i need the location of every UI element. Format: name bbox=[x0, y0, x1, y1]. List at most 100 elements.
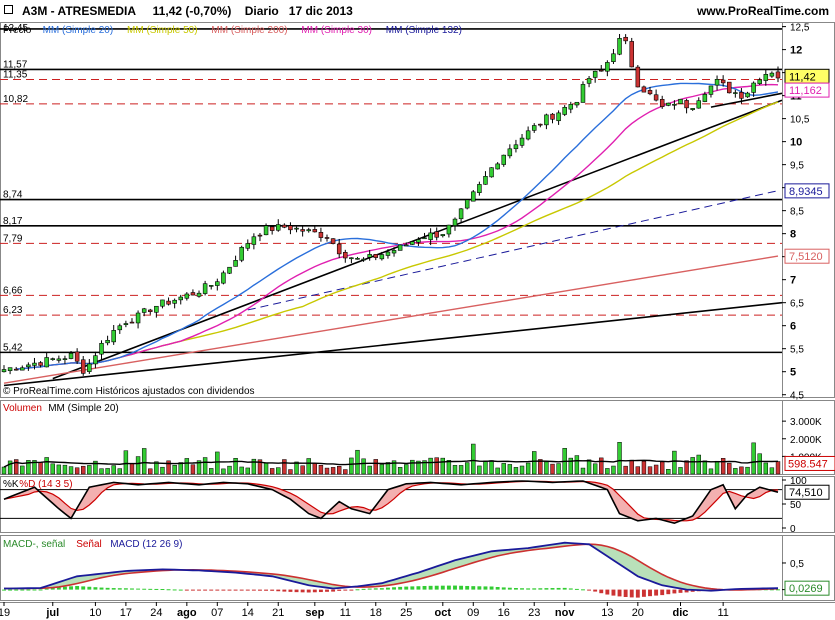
legend-entry: MM (Simple 30) bbox=[301, 25, 372, 36]
volume-bar bbox=[135, 456, 141, 475]
volume-bar bbox=[599, 457, 604, 475]
candle-body bbox=[483, 176, 488, 185]
candle-body bbox=[306, 229, 311, 232]
stoch-tick-label: 50 bbox=[790, 500, 802, 511]
candle-body bbox=[659, 99, 665, 107]
macd-histogram-bar bbox=[660, 589, 665, 596]
candle-body bbox=[32, 362, 37, 366]
legend-entry: MM (Simple 20) bbox=[43, 25, 114, 36]
volume-bar bbox=[1, 466, 7, 475]
price-tick-label: 12 bbox=[790, 45, 802, 57]
candle-body bbox=[641, 86, 647, 93]
price-value-label: 11,42 bbox=[789, 71, 816, 83]
macd-histogram-bar bbox=[599, 589, 604, 594]
volume-bar bbox=[343, 469, 348, 475]
candle-body bbox=[282, 224, 287, 228]
x-tick-label: 09 bbox=[467, 607, 479, 619]
price-tick-label: 8,5 bbox=[790, 207, 804, 218]
macd-histogram-bar bbox=[666, 589, 671, 595]
volume-bar bbox=[87, 465, 92, 475]
macd-histogram-bar bbox=[361, 588, 366, 590]
volume-bar bbox=[501, 463, 506, 475]
macd-histogram-bar bbox=[465, 585, 470, 590]
candle-body bbox=[62, 358, 68, 360]
price-tick-label: 7 bbox=[790, 275, 796, 287]
volume-bar bbox=[586, 459, 592, 475]
macd-histogram-bar bbox=[416, 586, 421, 590]
volume-bar bbox=[623, 465, 628, 475]
volume-bar bbox=[44, 457, 49, 475]
candle-body bbox=[13, 368, 19, 371]
copyright-text: © ProRealTime.com Históricos ajustados c… bbox=[3, 386, 255, 397]
macd-histogram-bar bbox=[331, 589, 336, 592]
volume-bar bbox=[751, 442, 756, 475]
candle-body bbox=[550, 113, 555, 120]
volume-bar bbox=[330, 467, 336, 475]
volume-bar bbox=[489, 460, 494, 475]
candle-body bbox=[148, 309, 153, 312]
candle-body bbox=[221, 272, 226, 284]
candle-body bbox=[166, 300, 171, 305]
candle-body bbox=[160, 299, 165, 307]
volume-bar bbox=[62, 464, 68, 475]
candle-body bbox=[373, 253, 379, 258]
volume-bar bbox=[452, 465, 458, 475]
volume-bar bbox=[68, 466, 74, 475]
volume-bar bbox=[769, 467, 775, 475]
macd-histogram-bar bbox=[489, 586, 494, 590]
candle-body bbox=[391, 250, 397, 254]
macd-histogram-bar bbox=[550, 588, 555, 590]
macd-histogram-bar bbox=[69, 586, 73, 590]
level-label: 8,74 bbox=[3, 190, 23, 201]
volume-bar bbox=[519, 465, 525, 475]
candle-body bbox=[324, 237, 330, 239]
macd-histogram-bar bbox=[215, 589, 220, 591]
candle-body bbox=[26, 364, 31, 368]
volume-bar bbox=[605, 468, 610, 475]
candle-body bbox=[568, 104, 574, 110]
volume-bar bbox=[720, 458, 726, 475]
candle-body bbox=[599, 69, 604, 72]
macd-histogram-bar bbox=[130, 588, 134, 590]
volume-bar bbox=[105, 468, 110, 475]
candle-body bbox=[105, 339, 110, 344]
macd-legend-entry: MACD (12 26 9) bbox=[110, 539, 182, 550]
volume-bar bbox=[239, 466, 244, 475]
candle-body bbox=[44, 357, 49, 368]
candle-body bbox=[440, 234, 446, 237]
candle-body bbox=[178, 296, 183, 301]
price-tick-label: 10 bbox=[790, 137, 802, 149]
macd-histogram-bar bbox=[574, 588, 579, 590]
x-tick-label: 07 bbox=[211, 607, 223, 619]
volume-bar bbox=[172, 464, 177, 475]
macd-histogram-bar bbox=[471, 586, 476, 590]
volume-bar bbox=[574, 455, 580, 475]
volume-tick-label: 3.000K bbox=[790, 417, 822, 428]
volume-bar bbox=[550, 463, 555, 475]
macd-histogram-bar bbox=[62, 586, 67, 590]
macd-histogram-bar bbox=[422, 585, 427, 590]
volume-legend-entry: Volumen bbox=[3, 403, 42, 414]
volume-bar bbox=[306, 458, 311, 475]
macd-histogram-bar bbox=[556, 587, 561, 590]
candle-body bbox=[397, 244, 403, 251]
volume-bar bbox=[690, 457, 695, 475]
candle-body bbox=[87, 363, 92, 372]
volume-bar bbox=[617, 442, 622, 475]
volume-bar bbox=[495, 467, 500, 475]
macd-legend-entry: MACD-, señal bbox=[3, 539, 65, 550]
volume-bar bbox=[336, 466, 342, 475]
candle-body bbox=[538, 123, 543, 126]
price-value-label: 11,162 bbox=[789, 85, 822, 97]
candle-body bbox=[501, 154, 506, 165]
candle-body bbox=[20, 367, 25, 371]
candle-body bbox=[74, 351, 80, 362]
candle-body bbox=[154, 305, 159, 313]
macd-histogram-bar bbox=[184, 589, 189, 591]
price-tick-label: 4,5 bbox=[790, 391, 804, 402]
chart-canvas[interactable]: 12,51211,51110,5109,598,587,576,565,554,… bbox=[0, 0, 835, 620]
candle-body bbox=[245, 243, 251, 249]
volume-bar bbox=[215, 451, 220, 475]
macd-histogram-bar bbox=[648, 589, 652, 597]
macd-histogram-bar bbox=[635, 589, 640, 598]
